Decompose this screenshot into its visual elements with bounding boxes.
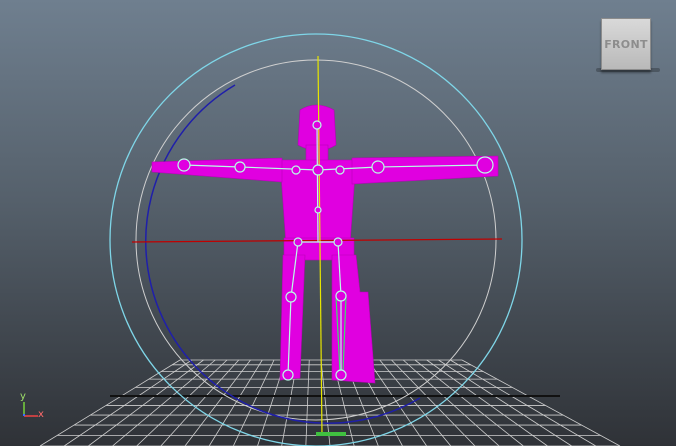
axis-y-label: y [20, 391, 26, 402]
joint [333, 237, 343, 247]
joint [335, 165, 345, 175]
axis-indicator: y x [12, 392, 52, 424]
joint [234, 161, 246, 173]
view-cube-button[interactable]: FRONT [601, 18, 651, 70]
joint [335, 369, 347, 381]
joint [312, 120, 322, 130]
grid-line [461, 359, 621, 446]
grid-line [208, 359, 263, 446]
joint [312, 164, 324, 176]
joint [335, 290, 347, 302]
view-cube-label: FRONT [604, 37, 648, 51]
ground-marker [316, 432, 346, 436]
grid-line [414, 359, 524, 446]
joint [285, 291, 297, 303]
grid-line [88, 359, 204, 446]
axis-x-label: x [38, 409, 44, 420]
joint [476, 156, 494, 174]
axis-gizmo-icon [23, 402, 38, 417]
joint [314, 206, 322, 214]
joint [291, 165, 301, 175]
grid-line [391, 359, 476, 446]
joint [177, 158, 191, 172]
grid-line [305, 359, 310, 446]
scene[interactable] [0, 0, 676, 446]
joint [282, 369, 294, 381]
grid-line [438, 359, 572, 446]
joint [293, 237, 303, 247]
grid-line [426, 359, 548, 446]
3d-viewport[interactable]: FRONT y x [0, 0, 676, 446]
character-mesh[interactable] [151, 104, 499, 384]
grid-line [379, 359, 452, 446]
grid-line [450, 359, 597, 446]
grid-line [136, 359, 228, 446]
joint [371, 160, 385, 174]
